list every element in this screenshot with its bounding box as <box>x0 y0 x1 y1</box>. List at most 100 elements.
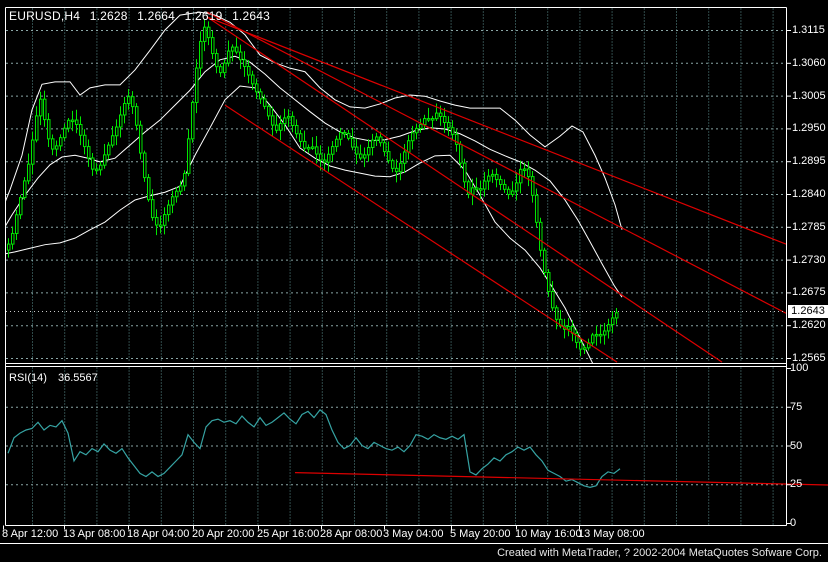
candle-body <box>207 26 211 39</box>
candle-body <box>79 124 83 136</box>
candle-body <box>23 180 27 199</box>
candle-body <box>607 324 611 332</box>
candle-body <box>271 115 275 126</box>
candle-body <box>95 168 99 172</box>
candle-body <box>395 167 399 173</box>
candle-body <box>127 96 131 104</box>
candle-body <box>147 177 151 201</box>
candle-body <box>451 127 455 135</box>
price-axis-label: 1.2620 <box>792 319 826 332</box>
candle-body <box>191 101 195 140</box>
candle-body <box>335 138 339 148</box>
candle-body <box>295 125 299 135</box>
candle-body <box>123 102 127 116</box>
candle-body <box>131 96 135 108</box>
candle-body <box>255 83 259 93</box>
trendline[interactable] <box>206 11 786 314</box>
rsi-indicator-header: RSI(14) 36.5567 <box>9 372 106 384</box>
rsi-value: 36.5567 <box>57 372 98 384</box>
time-axis-label: 13 May 08:00 <box>578 528 645 540</box>
rsi-axis-label: 100 <box>790 362 809 374</box>
candle-body <box>67 119 71 129</box>
candle-body <box>535 194 539 223</box>
candle-body <box>159 224 163 228</box>
symbol-period-label: EURUSD,H4 <box>9 9 81 23</box>
candle-body <box>435 112 439 120</box>
price-axis-label: 1.2895 <box>792 155 826 168</box>
candle-body <box>219 66 223 74</box>
time-axis-label: 5 May 20:00 <box>450 528 511 540</box>
candle-body <box>291 115 295 127</box>
price-axis-label: 1.3115 <box>792 24 825 36</box>
candle-body <box>259 91 263 100</box>
candle-body <box>299 133 303 142</box>
candle-body <box>87 146 91 159</box>
candle-body <box>163 214 167 226</box>
candle-body <box>351 137 355 148</box>
candle-body <box>167 204 171 216</box>
candle-body <box>111 135 115 146</box>
time-axis-label: 25 Apr 16:00 <box>257 528 320 540</box>
candle-body <box>31 139 35 165</box>
candle-body <box>311 146 315 149</box>
candle-body <box>187 138 191 174</box>
candle-body <box>171 196 175 206</box>
candle-body <box>199 40 203 69</box>
candle-body <box>507 188 511 195</box>
trendline[interactable] <box>224 104 618 363</box>
candle-body <box>263 98 267 107</box>
candle-body <box>47 119 51 140</box>
candle-body <box>491 173 495 177</box>
candle-body <box>15 214 19 234</box>
candle-body <box>119 114 123 128</box>
candle-body <box>423 118 427 126</box>
candle-body <box>463 162 467 183</box>
candle-body <box>479 188 483 191</box>
candle-body <box>543 249 547 274</box>
candle-body <box>107 144 111 156</box>
candle-body <box>371 139 375 148</box>
candle-body <box>55 145 59 150</box>
candle-body <box>139 124 143 154</box>
close-value: 1.2643 <box>232 9 270 23</box>
candle-body <box>415 127 419 134</box>
candle-body <box>223 62 227 74</box>
candle-body <box>91 157 95 170</box>
mt4-chart-window: EURUSD,H4 1.2628 1.2664 1.2619 1.2643 RS… <box>0 0 828 562</box>
candle-body <box>315 146 319 155</box>
candle-body <box>555 307 559 320</box>
rsi-trendline[interactable] <box>294 472 828 486</box>
candle-body <box>487 175 491 182</box>
candle-body <box>359 153 363 159</box>
candle-body <box>203 26 207 42</box>
current-price-box: 1.2643 <box>788 304 828 318</box>
candle-body <box>495 173 499 181</box>
bollinger-upper-band <box>6 11 623 230</box>
candle-body <box>403 151 407 164</box>
candle-body <box>183 172 187 187</box>
candle-body <box>331 146 335 155</box>
candle-body <box>391 160 395 169</box>
candle-body <box>323 159 327 163</box>
trendline[interactable] <box>206 16 786 245</box>
candle-body <box>503 183 507 190</box>
price-axis-label: 1.2840 <box>792 188 826 200</box>
candle-body <box>283 117 287 125</box>
candle-body <box>227 50 231 64</box>
candle-body <box>527 168 531 178</box>
candle-body <box>175 190 179 198</box>
candle-body <box>247 65 251 76</box>
candle-body <box>551 291 555 309</box>
time-axis-label: 10 May 16:00 <box>515 528 582 540</box>
price-axis-label: 1.3060 <box>792 56 826 69</box>
candle-body <box>539 221 543 251</box>
candle-body <box>279 123 283 131</box>
price-axis-label: 1.3005 <box>792 89 826 102</box>
candle-body <box>407 140 411 153</box>
candle-body <box>63 127 67 139</box>
candle-body <box>363 154 367 159</box>
symbol-ohlc-header: EURUSD,H4 1.2628 1.2664 1.2619 1.2643 <box>9 9 276 23</box>
candle-body <box>39 98 43 117</box>
candle-body <box>595 333 599 337</box>
chart-canvas[interactable] <box>0 0 828 562</box>
